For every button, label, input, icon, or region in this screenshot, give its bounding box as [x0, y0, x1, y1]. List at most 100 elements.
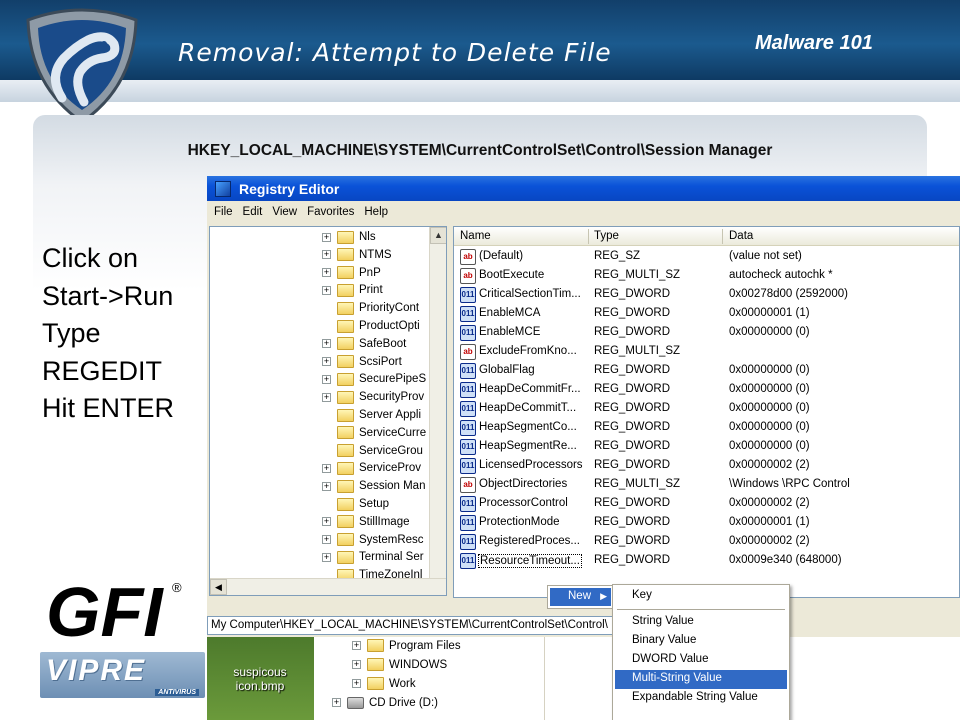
tree-item-key[interactable]: + ServiceProv [322, 459, 421, 477]
value-name: ProtectionMode [479, 516, 560, 528]
tree-item-key[interactable]: + SafeBoot [322, 335, 406, 353]
folder-icon [337, 533, 354, 547]
value-row[interactable]: 011 EnableMCA REG_DWORD 0x00000001 (1) [454, 305, 959, 324]
menu-favorites[interactable]: Favorites [302, 206, 359, 218]
tree-item-key[interactable]: + Session Man [322, 477, 425, 495]
submenu-item[interactable]: Expandable String Value [615, 689, 787, 708]
expand-plus-icon[interactable]: + [322, 463, 331, 473]
folder-icon [337, 337, 354, 351]
value-row[interactable]: 011 CriticalSectionTim... REG_DWORD 0x00278… [454, 286, 959, 305]
binary-value-icon: 011 [460, 534, 476, 550]
submenu-item[interactable]: Multi-String Value [615, 670, 787, 689]
value-row[interactable]: 011 ProtectionMode REG_DWORD 0x00000001 (1) [454, 514, 959, 533]
expand-plus-icon[interactable]: + [322, 339, 331, 349]
tree-item-label: Terminal Ser [359, 551, 424, 564]
value-name: HeapSegmentRe... [479, 440, 577, 452]
expand-plus-icon[interactable]: + [322, 232, 331, 242]
value-row[interactable]: 011 GlobalFlag REG_DWORD 0x00000000 (0) [454, 362, 959, 381]
vipre-logo: VIPRE ANTIVIRUS [40, 652, 205, 698]
value-row[interactable]: 011 HeapSegmentRe... REG_DWORD 0x00000000 (… [454, 438, 959, 457]
expand-plus-icon[interactable]: + [322, 392, 331, 402]
value-row[interactable]: ab BootExecute REG_MULTI_SZ autocheck autoc… [454, 267, 959, 286]
explorer-folder-item[interactable]: + Work [352, 674, 416, 693]
expand-plus-icon[interactable]: + [322, 285, 331, 295]
tree-item-key[interactable]: + Print [322, 281, 383, 299]
context-menu-new-label: New [568, 590, 592, 602]
menu-file[interactable]: File [209, 206, 238, 218]
value-row[interactable]: ab ObjectDirectories REG_MULTI_SZ \Windows … [454, 476, 959, 495]
instructions: Click on Start->Run Type REGEDIT Hit ENT… [42, 240, 174, 428]
submenu-item[interactable]: Binary Value [615, 632, 787, 651]
window-titlebar[interactable]: Registry Editor [207, 176, 960, 201]
expand-plus-icon[interactable]: + [352, 679, 361, 688]
tree-item-key[interactable]: ServiceCurre [322, 424, 426, 442]
column-divider[interactable] [722, 229, 723, 244]
explorer-folder-item[interactable]: + CD Drive (D:) [332, 693, 438, 712]
expand-plus-icon[interactable]: + [322, 517, 331, 527]
expand-plus-icon[interactable]: + [352, 660, 361, 669]
menu-help[interactable]: Help [359, 206, 393, 218]
value-row[interactable]: 011 ProcessorControl REG_DWORD 0x00000002 (… [454, 495, 959, 514]
value-row[interactable]: ab (Default) REG_SZ (value not set) [454, 248, 959, 267]
expand-plus-icon[interactable]: + [322, 268, 331, 278]
tree-item-key[interactable]: + ScsiPort [322, 353, 402, 371]
tree-item-key[interactable]: + SecurityProv [322, 388, 424, 406]
expand-plus-icon[interactable]: + [322, 374, 331, 384]
expand-plus-icon[interactable]: + [322, 481, 331, 491]
tree-item-key[interactable]: + PnP [322, 264, 381, 282]
value-row[interactable]: 011 RegisteredProces... REG_DWORD 0x0000000… [454, 533, 959, 552]
value-row[interactable]: 011 HeapDeCommitFr... REG_DWORD 0x00000000 … [454, 381, 959, 400]
key-tree-pane[interactable]: UpdateTimeZoneInl+Terminal Ser+SystemRes… [209, 226, 447, 596]
value-type: REG_DWORD [594, 516, 671, 528]
tree-item-key[interactable]: + NTMS [322, 246, 392, 264]
column-header-data[interactable]: Data [729, 230, 753, 242]
expand-plus-icon[interactable]: + [322, 357, 331, 367]
tree-item-key[interactable]: + Terminal Ser [322, 548, 424, 566]
value-row[interactable]: 011 HeapDeCommitT... REG_DWORD 0x00000000 (… [454, 400, 959, 419]
folder-icon [337, 390, 354, 404]
expand-plus-icon[interactable]: + [322, 535, 331, 545]
tree-vertical-scrollbar[interactable]: ▲ [429, 227, 446, 579]
scroll-up-arrow-icon[interactable]: ▲ [430, 227, 446, 244]
scroll-left-arrow-icon[interactable]: ◀ [210, 579, 227, 595]
vipre-logo-subtitle: ANTIVIRUS [155, 689, 199, 696]
tree-item-key[interactable]: ServiceGrou [322, 442, 423, 460]
value-row[interactable]: 011 LicensedProcessors REG_DWORD 0x00000002… [454, 457, 959, 476]
value-data: 0x00000000 (0) [729, 364, 810, 376]
tree-item-key[interactable]: + Nls [322, 228, 376, 246]
expand-plus-icon[interactable]: + [332, 698, 341, 707]
instruction-line: Click on [42, 243, 139, 273]
submenu-item[interactable]: DWORD Value [615, 651, 787, 670]
column-divider[interactable] [588, 229, 589, 244]
tree-horizontal-scrollbar[interactable]: ◀ [210, 578, 446, 595]
desktop-icon-suspicious-file[interactable]: suspicous icon.bmp [215, 665, 305, 693]
folder-icon [337, 355, 354, 369]
explorer-folder-item[interactable]: + WINDOWS [352, 655, 447, 674]
menu-edit[interactable]: Edit [238, 206, 268, 218]
tree-item-key[interactable]: Server Appli [322, 406, 421, 424]
column-header-name[interactable]: Name [460, 230, 491, 242]
column-header-type[interactable]: Type [594, 230, 619, 242]
expand-plus-icon[interactable]: + [352, 641, 361, 650]
value-row[interactable]: ab ExcludeFromKno... REG_MULTI_SZ [454, 343, 959, 362]
tree-item-key[interactable]: Setup [322, 495, 389, 513]
expand-plus-icon[interactable]: + [322, 552, 331, 562]
context-menu-new[interactable]: New ▶ [550, 588, 611, 606]
tree-item-key[interactable]: + SystemResc [322, 531, 424, 549]
value-row[interactable]: 011 HeapSegmentCo... REG_DWORD 0x00000000 (… [454, 419, 959, 438]
submenu-item[interactable]: Key [615, 587, 787, 606]
expand-plus-icon[interactable]: + [322, 250, 331, 260]
value-row[interactable]: 011 ResourceTimeout... REG_DWORD 0x0009e340… [454, 552, 959, 571]
value-data: 0x00000002 (2) [729, 497, 810, 509]
values-pane[interactable]: Name Type Data ab (Default) REG_SZ (value n… [453, 226, 960, 598]
tree-item-key[interactable]: PriorityCont [322, 299, 419, 317]
submenu-item[interactable]: String Value [615, 613, 787, 632]
tree-item-key[interactable]: + SecurePipeS [322, 370, 426, 388]
explorer-folder-item[interactable]: + Program Files [352, 636, 461, 655]
explorer-folder-tree[interactable]: + Program Files + WINDOWS + Work + CD Drive (D:… [314, 637, 544, 720]
value-data: \Windows \RPC Control [729, 478, 850, 490]
value-row[interactable]: 011 EnableMCE REG_DWORD 0x00000000 (0) [454, 324, 959, 343]
tree-item-key[interactable]: ProductOpti [322, 317, 420, 335]
tree-item-key[interactable]: + StillImage [322, 513, 410, 531]
menu-view[interactable]: View [267, 206, 302, 218]
